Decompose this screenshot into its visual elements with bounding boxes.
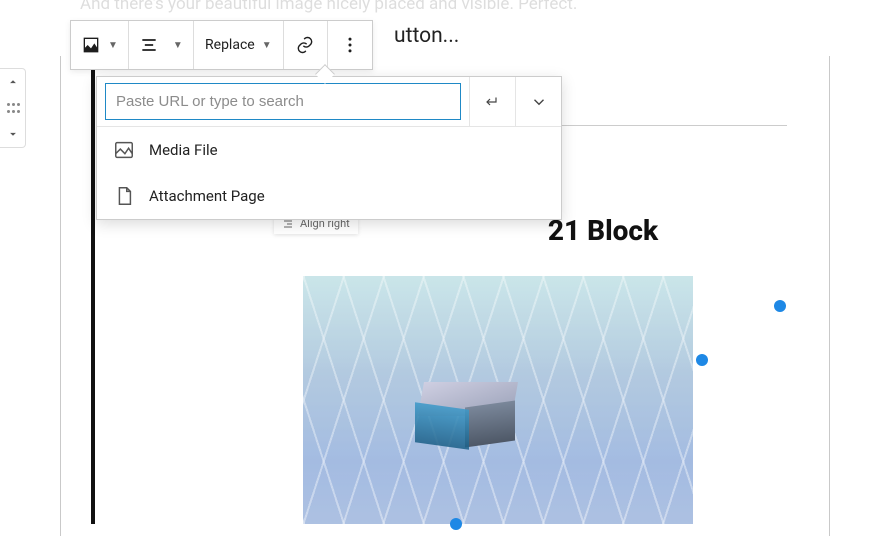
page-icon: [113, 185, 135, 207]
enter-icon: [484, 93, 502, 111]
image-icon: [81, 35, 101, 55]
link-icon: [295, 35, 315, 55]
caret-down-icon: ▼: [108, 40, 118, 51]
caret-down-icon: ▼: [173, 40, 183, 51]
more-vertical-icon: [340, 35, 360, 55]
link-url-input[interactable]: [105, 83, 461, 120]
image-cube: [421, 382, 515, 450]
replace-button[interactable]: Replace ▼: [194, 21, 284, 69]
link-suggestion-label: Media File: [149, 141, 218, 159]
chevron-up-icon: [6, 75, 20, 89]
link-settings-toggle[interactable]: [515, 77, 561, 126]
resize-handle-right[interactable]: [696, 354, 708, 366]
chevron-down-icon: [530, 93, 548, 111]
cropped-caption: utton...: [394, 24, 459, 48]
link-button[interactable]: [284, 21, 328, 69]
link-suggestion-label: Attachment Page: [149, 187, 265, 205]
image-block[interactable]: [303, 276, 693, 524]
link-submit-button[interactable]: [469, 77, 515, 126]
block-toolbar: ▼ ▼ Replace ▼: [70, 20, 373, 70]
link-input-row: [97, 77, 561, 127]
link-suggestion-attachment-page[interactable]: Attachment Page: [97, 173, 561, 219]
align-center-icon: [139, 35, 159, 55]
chevron-down-icon: [6, 127, 20, 141]
block-selection-indicator: [91, 54, 95, 524]
block-type-button[interactable]: ▼: [71, 21, 129, 69]
caret-down-icon: ▼: [262, 40, 272, 51]
align-button[interactable]: ▼: [129, 21, 194, 69]
resize-handle-side[interactable]: [774, 300, 786, 312]
media-icon: [113, 139, 135, 161]
replace-label: Replace: [205, 37, 255, 53]
block-navigator-nub[interactable]: [0, 68, 26, 148]
more-options-button[interactable]: [328, 21, 372, 69]
link-popover: Media File Attachment Page: [96, 76, 562, 220]
drag-handle-icon: [6, 102, 19, 114]
resize-handle-bottom[interactable]: [450, 518, 462, 530]
link-suggestion-media-file[interactable]: Media File: [97, 127, 561, 173]
image-placeholder-3d-tiles: [303, 276, 693, 524]
cropped-paragraph: And there's your beautiful image nicely …: [80, 0, 577, 14]
